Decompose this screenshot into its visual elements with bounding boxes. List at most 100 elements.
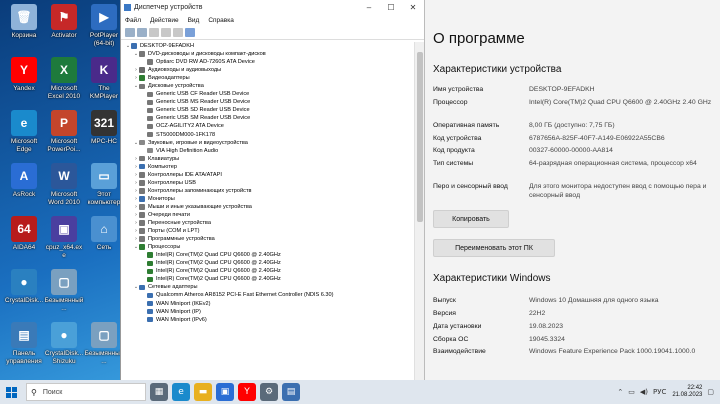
taskbar-yandex-icon[interactable]: Y (238, 383, 256, 401)
tree-item[interactable]: ST5000DM000-1FK178 (121, 131, 415, 139)
tree-item[interactable]: WAN Miniport (IPv6) (121, 316, 415, 324)
desktop-icon-label: Microsoft Word 2010 (48, 191, 80, 206)
tree-item[interactable]: WAN Miniport (IP) (121, 308, 415, 316)
desktop-icon[interactable]: P Microsoft PowerPoi... (44, 110, 84, 153)
tree-item[interactable]: › Переносные устройства (121, 219, 415, 227)
search-box[interactable]: ⚲ Поиск (26, 383, 146, 401)
tree-item[interactable]: Intel(R) Core(TM)2 Quad CPU Q6600 @ 2.40… (121, 251, 415, 259)
tree-item[interactable]: › Мыши и иные указывающие устройства (121, 203, 415, 211)
menu-file[interactable]: Файл (125, 17, 141, 24)
desktop-icon[interactable]: X Microsoft Excel 2010 (44, 57, 84, 100)
tree-item[interactable]: Intel(R) Core(TM)2 Quad CPU Q6600 @ 2.40… (121, 267, 415, 275)
tree-item[interactable]: › Аудиовходы и аудиовыходы (121, 66, 415, 74)
tree-item-label: Generic USB MS Reader USB Device (156, 99, 251, 106)
menu-action[interactable]: Действие (150, 17, 179, 24)
back-icon[interactable] (125, 28, 135, 37)
tree-item-label: WAN Miniport (IP) (156, 308, 201, 315)
device-icon (139, 172, 145, 178)
desktop-icon[interactable]: Y Yandex (4, 57, 44, 93)
toolbar (121, 26, 424, 40)
window-titlebar[interactable]: Диспетчер устройств – ☐ ✕ (121, 0, 424, 14)
desktop-icon[interactable]: ▤ Панель управления (4, 322, 44, 365)
menu-view[interactable]: Вид (188, 17, 200, 24)
desktop-icon[interactable]: ▶ PotPlayer (64-bit) (84, 4, 124, 47)
tree-item[interactable]: › Контроллеры USB (121, 179, 415, 187)
tree-item[interactable]: Generic USB SD Reader USB Device (121, 106, 415, 114)
tree-item[interactable]: Generic USB SM Reader USB Device (121, 114, 415, 122)
taskbar-task-view-icon[interactable]: ▦ (150, 383, 168, 401)
tree-item[interactable]: › Очереди печати (121, 211, 415, 219)
desktop-icon[interactable]: 321 MPC-HC (84, 110, 124, 146)
close-button[interactable]: ✕ (402, 3, 424, 12)
tree-item[interactable]: Generic USB MS Reader USB Device (121, 98, 415, 106)
language-indicator[interactable]: РУС (653, 388, 666, 396)
taskbar-edge-icon[interactable]: e (172, 383, 190, 401)
tree-item-label: Intel(R) Core(TM)2 Quad CPU Q6600 @ 2.40… (156, 252, 281, 259)
desktop-icon[interactable]: ● CrystalDisk... Shizuku (44, 322, 84, 365)
tree-item[interactable]: ⌄ DVD-дисководы и дисководы компакт-диско… (121, 50, 415, 58)
clock[interactable]: 22:42 21.08.2023 (672, 385, 702, 399)
desktop-icon[interactable]: ⌂ Сеть (84, 216, 124, 252)
desktop-icon[interactable]: 🗑 Корзина (4, 4, 44, 40)
tree-item[interactable]: Optiarc DVD RW AD-7260S ATA Device (121, 58, 415, 66)
desktop-icon[interactable]: 64 AIDA64 (4, 216, 44, 252)
tree-item[interactable]: Qualcomm Atheros AR8152 PCI-E Fast Ether… (121, 291, 415, 299)
tree-item-label: Звуковые, игровые и видеоустройства (148, 139, 248, 146)
scrollbar-thumb[interactable] (417, 52, 423, 222)
desktop-icon[interactable]: ▣ cpuz_x64.exe (44, 216, 84, 259)
taskbar-device-manager-icon[interactable]: ▤ (282, 383, 300, 401)
rename-pc-button[interactable]: Переименовать этот ПК (433, 239, 555, 257)
forward-icon[interactable] (137, 28, 147, 37)
notifications-icon[interactable]: ▢ (707, 388, 714, 396)
tree-item[interactable]: Intel(R) Core(TM)2 Quad CPU Q6600 @ 2.40… (121, 275, 415, 283)
desktop-icon[interactable]: ▢ Безымянный... (84, 322, 124, 365)
desktop-icon[interactable]: W Microsoft Word 2010 (44, 163, 84, 206)
start-button[interactable] (0, 380, 22, 404)
tree-item[interactable]: › Видеоадаптеры (121, 74, 415, 82)
tree-item[interactable]: Intel(R) Core(TM)2 Quad CPU Q6600 @ 2.40… (121, 259, 415, 267)
desktop-icon[interactable]: ● CrystalDisk... (4, 269, 44, 305)
tree-item[interactable]: › Контроллеры IDE ATA/ATAPI (121, 171, 415, 179)
tree-item[interactable]: › Мониторы (121, 195, 415, 203)
chevron-up-icon[interactable]: ⌃ (617, 388, 623, 396)
help-icon[interactable] (173, 28, 183, 37)
tree-item[interactable]: ⌄ DESKTOP-9EFADKH (121, 42, 415, 50)
desktop-icon[interactable]: e Microsoft Edge (4, 110, 44, 153)
tree-item[interactable]: › Порты (COM и LPT) (121, 227, 415, 235)
tree-item[interactable]: › Контроллеры запоминающих устройств (121, 187, 415, 195)
tree-item[interactable]: WAN Miniport (IKEv2) (121, 300, 415, 308)
taskbar-settings-icon[interactable]: ⚙ (260, 383, 278, 401)
spec-key: Взаимодействие (433, 348, 486, 355)
desktop-icon-label: Activator (51, 32, 77, 39)
tree-item[interactable]: ⌄ Процессоры (121, 243, 415, 251)
desktop-icon[interactable]: ▭ Этот компьютер (84, 163, 124, 206)
network-icon[interactable]: ▭ (628, 388, 635, 396)
scan-icon[interactable] (185, 28, 195, 37)
tree-item[interactable]: VIA High Definition Audio (121, 147, 415, 155)
tree-item[interactable]: ⌄ Дисковые устройства (121, 82, 415, 90)
maximize-button[interactable]: ☐ (380, 3, 402, 12)
taskbar-explorer-icon[interactable]: ▬ (194, 383, 212, 401)
tree-item-label: WAN Miniport (IPv6) (156, 316, 207, 323)
device-icon (147, 99, 153, 106)
properties-icon[interactable] (161, 28, 171, 37)
tree-item[interactable]: › Клавиатуры (121, 155, 415, 163)
tree-item[interactable]: › Программные устройства (121, 235, 415, 243)
view-icon[interactable] (149, 28, 159, 37)
volume-icon[interactable]: ◀) (640, 388, 648, 396)
desktop-icon[interactable]: ▢ Безымянный... (44, 269, 84, 312)
minimize-button[interactable]: – (358, 3, 380, 12)
taskbar-store-icon[interactable]: ▣ (216, 383, 234, 401)
spec-key: Версия (433, 310, 456, 317)
vertical-scrollbar[interactable] (414, 42, 424, 380)
desktop-icon[interactable]: A AsRock (4, 163, 44, 199)
copy-button[interactable]: Копировать (433, 210, 509, 228)
desktop-icon[interactable]: ⚑ Activator (44, 4, 84, 40)
desktop-icon[interactable]: K The KMPlayer (84, 57, 124, 100)
tree-item[interactable]: ⌄ Сетевые адаптеры (121, 283, 415, 291)
tree-item[interactable]: › Компьютер (121, 163, 415, 171)
tree-item[interactable]: ⌄ Звуковые, игровые и видеоустройства (121, 139, 415, 147)
tree-item[interactable]: Generic USB CF Reader USB Device (121, 90, 415, 98)
menu-help[interactable]: Справка (208, 17, 234, 24)
tree-item[interactable]: OCZ-AGILITY2 ATA Device (121, 122, 415, 130)
